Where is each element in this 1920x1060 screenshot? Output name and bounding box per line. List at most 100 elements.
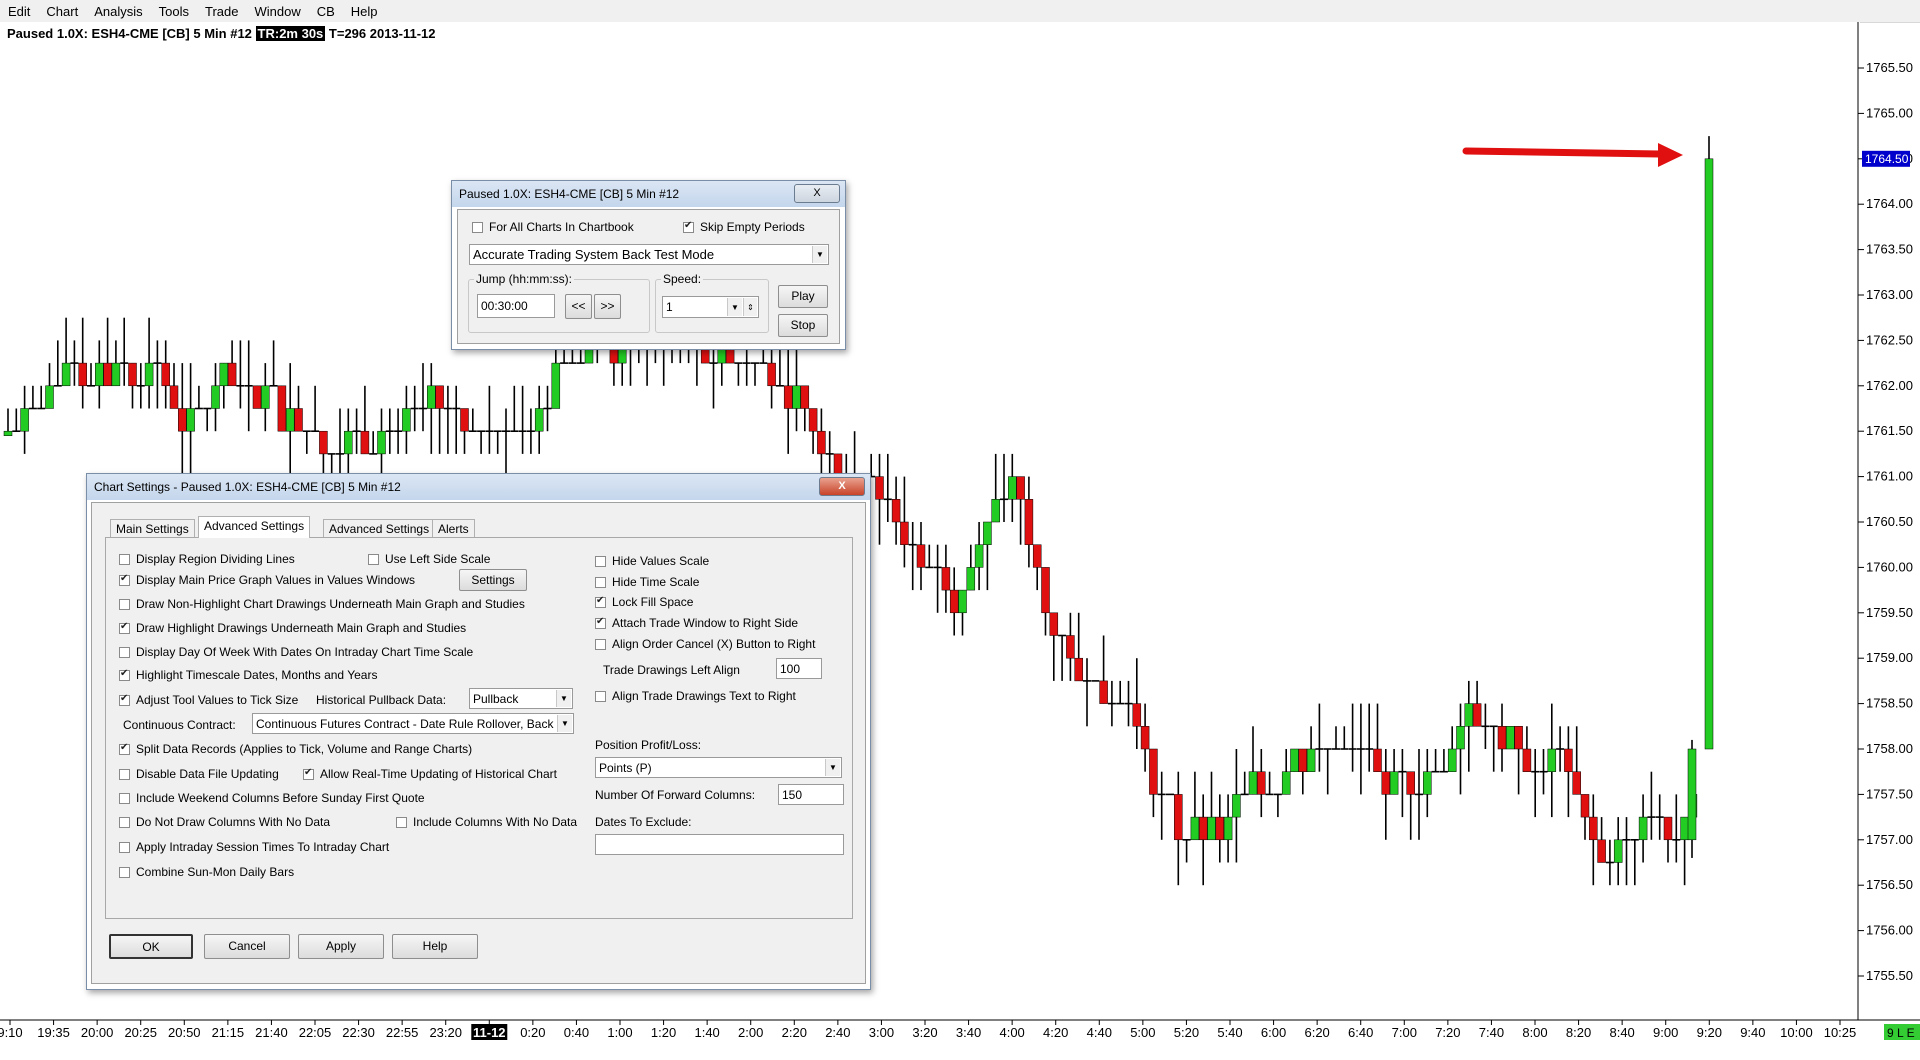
- align-order-checkbox[interactable]: [595, 638, 606, 650]
- replay-mode-select[interactable]: Accurate Trading System Back Test Mode ▼: [469, 244, 829, 265]
- menu-tools[interactable]: Tools: [151, 4, 197, 19]
- menu-edit[interactable]: Edit: [0, 4, 38, 19]
- candle-body: [95, 362, 104, 387]
- trade-left-align-input[interactable]: 100: [776, 658, 822, 679]
- split-data-option[interactable]: Split Data Records (Applies to Tick, Vol…: [119, 742, 472, 756]
- jump-time-input[interactable]: 00:30:00: [477, 294, 555, 318]
- for-all-charts-checkbox[interactable]: [472, 221, 483, 233]
- candle-body: [916, 544, 926, 568]
- y-tick-label: 1763.00: [1866, 287, 1913, 302]
- menu-chart[interactable]: Chart: [38, 4, 86, 19]
- menu-analysis[interactable]: Analysis: [86, 4, 150, 19]
- allow-realtime-checkbox[interactable]: [303, 767, 314, 780]
- combine-sunmon-option[interactable]: Combine Sun-Mon Daily Bars: [119, 865, 294, 879]
- use-left-scale-checkbox[interactable]: [368, 553, 379, 565]
- include-weekend-checkbox[interactable]: [119, 792, 130, 804]
- x-tick-label: 21:40: [255, 1025, 288, 1040]
- do-not-draw-checkbox[interactable]: [119, 816, 130, 828]
- lock-fill-checkbox[interactable]: [595, 595, 606, 608]
- include-weekend-label: Include Weekend Columns Before Sunday Fi…: [136, 791, 425, 805]
- apply-intraday-option[interactable]: Apply Intraday Session Times To Intraday…: [119, 840, 389, 854]
- stop-button[interactable]: Stop: [778, 314, 828, 337]
- for-all-charts-option[interactable]: For All Charts In Chartbook: [472, 220, 634, 234]
- tab-advanced-settings[interactable]: Advanced Settings: [198, 516, 311, 538]
- dates-exclude-input[interactable]: [595, 834, 844, 855]
- tab-alerts[interactable]: Alerts: [432, 519, 475, 538]
- apply-button[interactable]: Apply: [298, 934, 384, 959]
- draw-non-highlight-checkbox[interactable]: [119, 598, 130, 610]
- x-tick-label: 20:25: [124, 1025, 157, 1040]
- attach-trade-checkbox[interactable]: [595, 616, 606, 629]
- skip-empty-option[interactable]: Skip Empty Periods: [683, 220, 805, 234]
- include-weekend-option[interactable]: Include Weekend Columns Before Sunday Fi…: [119, 791, 425, 805]
- settings-dialog-title-text: Chart Settings - Paused 1.0X: ESH4-CME […: [94, 480, 401, 494]
- align-trade-text-option[interactable]: Align Trade Drawings Text to Right: [595, 689, 796, 703]
- forward-cols-input[interactable]: 150: [778, 784, 844, 805]
- combine-sunmon-checkbox[interactable]: [119, 866, 130, 878]
- jump-back-button[interactable]: <<: [565, 294, 592, 319]
- speed-select[interactable]: 1 ▼ ⇕: [662, 296, 759, 318]
- menu-cb[interactable]: CB: [309, 4, 343, 19]
- disable-updating-checkbox[interactable]: [119, 768, 130, 780]
- spinner-icon[interactable]: ⇕: [743, 298, 757, 316]
- settings-close-button[interactable]: X: [819, 477, 865, 496]
- skip-empty-checkbox[interactable]: [683, 220, 694, 233]
- apply-intraday-checkbox[interactable]: [119, 841, 130, 853]
- use-left-scale-option[interactable]: Use Left Side Scale: [368, 552, 490, 566]
- allow-realtime-option[interactable]: Allow Real-Time Updating of Historical C…: [303, 767, 557, 781]
- menu-trade[interactable]: Trade: [197, 4, 246, 19]
- hist-pullback-select[interactable]: Pullback ▼: [469, 688, 573, 709]
- include-columns-checkbox[interactable]: [396, 816, 407, 828]
- highlight-timescale-option[interactable]: Highlight Timescale Dates, Months and Ye…: [119, 668, 377, 682]
- candle-body: [974, 544, 984, 568]
- draw-highlight-option[interactable]: Draw Highlight Drawings Underneath Main …: [119, 621, 466, 635]
- help-button[interactable]: Help: [392, 934, 478, 959]
- ok-button[interactable]: OK: [109, 934, 193, 959]
- tab-advanced-settings-2[interactable]: Advanced Settings 2: [323, 519, 446, 538]
- x-tick-label: 2:20: [782, 1025, 807, 1040]
- cancel-button[interactable]: Cancel: [204, 934, 290, 959]
- continuous-contract-select[interactable]: Continuous Futures Contract - Date Rule …: [252, 713, 574, 734]
- menu-help[interactable]: Help: [343, 4, 386, 19]
- hide-values-checkbox[interactable]: [595, 555, 606, 567]
- display-region-checkbox[interactable]: [119, 553, 130, 565]
- x-tick-label: 7:40: [1479, 1025, 1504, 1040]
- attach-trade-option[interactable]: Attach Trade Window to Right Side: [595, 616, 798, 630]
- highlight-timescale-checkbox[interactable]: [119, 668, 130, 681]
- disable-updating-option[interactable]: Disable Data File Updating: [119, 767, 279, 781]
- split-data-checkbox[interactable]: [119, 742, 130, 755]
- include-columns-option[interactable]: Include Columns With No Data: [396, 815, 577, 829]
- play-button[interactable]: Play: [778, 285, 828, 308]
- x-tick-label: 5:20: [1174, 1025, 1199, 1040]
- position-pl-select[interactable]: Points (P) ▼: [595, 757, 842, 778]
- tab-main-settings[interactable]: Main Settings: [110, 519, 195, 538]
- candle-body: [319, 430, 328, 455]
- display-day-of-week-option[interactable]: Display Day Of Week With Dates On Intrad…: [119, 645, 473, 659]
- display-region-option[interactable]: Display Region Dividing Lines: [119, 552, 295, 566]
- hide-time-option[interactable]: Hide Time Scale: [595, 575, 699, 589]
- replay-close-button[interactable]: X: [794, 184, 840, 203]
- x-tick-label: 4:40: [1087, 1025, 1112, 1040]
- jump-label: Jump (hh:mm:ss):: [474, 272, 575, 286]
- candle-body: [103, 362, 112, 387]
- candle-body: [792, 385, 801, 409]
- display-day-of-week-checkbox[interactable]: [119, 646, 130, 658]
- do-not-draw-option[interactable]: Do Not Draw Columns With No Data: [119, 815, 330, 829]
- align-trade-text-checkbox[interactable]: [595, 690, 606, 702]
- lock-fill-option[interactable]: Lock Fill Space: [595, 595, 693, 609]
- adjust-tool-checkbox[interactable]: [119, 693, 130, 706]
- x-tick-label: 22:30: [342, 1025, 375, 1040]
- draw-highlight-checkbox[interactable]: [119, 621, 130, 634]
- forward-cols-label: Number Of Forward Columns:: [595, 788, 755, 802]
- menu-window[interactable]: Window: [246, 4, 308, 19]
- settings-button[interactable]: Settings: [459, 569, 527, 591]
- adjust-tool-option[interactable]: Adjust Tool Values to Tick Size: [119, 693, 298, 707]
- hide-values-option[interactable]: Hide Values Scale: [595, 554, 709, 568]
- replay-dialog: Paused 1.0X: ESH4-CME [CB] 5 Min #12 X F…: [451, 180, 846, 350]
- hide-time-checkbox[interactable]: [595, 576, 606, 588]
- draw-non-highlight-option[interactable]: Draw Non-Highlight Chart Drawings Undern…: [119, 597, 525, 611]
- align-order-option[interactable]: Align Order Cancel (X) Button to Right: [595, 637, 815, 651]
- jump-forward-button[interactable]: >>: [594, 294, 621, 319]
- display-main-values-option[interactable]: Display Main Price Graph Values in Value…: [119, 573, 415, 587]
- display-main-values-checkbox[interactable]: [119, 573, 130, 586]
